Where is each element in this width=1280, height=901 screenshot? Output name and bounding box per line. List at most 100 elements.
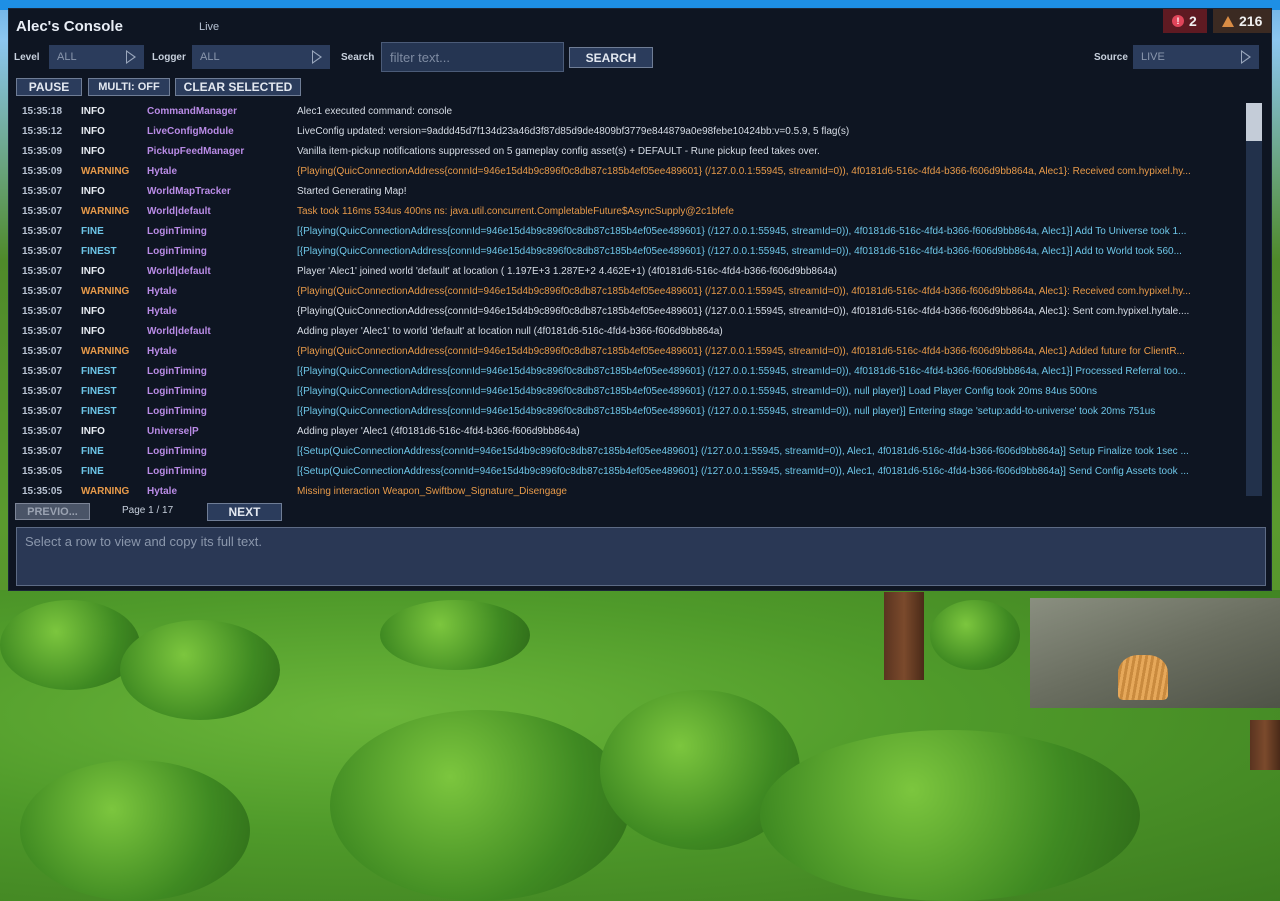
logger-select[interactable]: ALL (192, 45, 330, 69)
log-level: INFO (81, 106, 105, 117)
app-title: Alec's Console (16, 18, 123, 35)
log-logger: Hytale (147, 306, 178, 317)
log-level: WARNING (81, 286, 130, 297)
log-time: 15:35:07 (22, 246, 63, 257)
log-row[interactable]: 15:35:07 INFO Hytale {Playing(QuicConnectio… (15, 301, 1245, 321)
log-time: 15:35:05 (22, 466, 63, 477)
log-row[interactable]: 15:35:07 FINE LoginTiming [{Playing(QuicCon… (15, 221, 1245, 241)
level-label: Level (14, 52, 40, 63)
log-row[interactable]: 15:35:07 INFO WorldMapTracker Started Gener… (15, 181, 1245, 201)
log-row[interactable]: 15:35:05 FINE LoginTiming [{Setup(QuicConne… (15, 461, 1245, 481)
log-time: 15:35:12 (22, 126, 63, 137)
triangle-right-icon (126, 50, 136, 64)
log-level: FINEST (81, 406, 117, 417)
log-message: Adding player 'Alec1 (4f0181d6-516c-4fd4… (297, 426, 580, 437)
log-time: 15:35:07 (22, 286, 63, 297)
log-message: [{Setup(QuicConnectionAddress{connId=946… (297, 446, 1189, 457)
log-row[interactable]: 15:35:07 WARNING World|default Task took 11… (15, 201, 1245, 221)
row-detail-pane[interactable]: Select a row to view and copy its full t… (16, 527, 1266, 586)
bush (380, 600, 530, 670)
logger-select-value: ALL (200, 51, 220, 63)
log-logger: Hytale (147, 346, 178, 357)
log-logger: CommandManager (147, 106, 238, 117)
source-label: Source (1094, 52, 1128, 63)
warning-count-badge[interactable]: 216 (1213, 9, 1271, 33)
log-level: WARNING (81, 166, 130, 177)
log-row[interactable]: 15:35:07 FINEST LoginTiming [{Playing(QuicC… (15, 381, 1245, 401)
clear-selected-button[interactable]: CLEAR SELECTED (175, 78, 301, 96)
log-row[interactable]: 15:35:07 INFO World|default Adding player '… (15, 321, 1245, 341)
log-logger: LoginTiming (147, 466, 207, 477)
log-message: Task took 116ms 534us 400ns ns: java.uti… (297, 206, 734, 217)
log-logger: LoginTiming (147, 386, 207, 397)
scrollbar-thumb[interactable] (1246, 103, 1262, 141)
log-message: LiveConfig updated: version=9addd45d7f13… (297, 126, 850, 137)
log-message: {Playing(QuicConnectionAddress{connId=94… (297, 166, 1191, 177)
log-time: 15:35:07 (22, 266, 63, 277)
triangle-right-icon (1241, 50, 1251, 64)
log-time: 15:35:05 (22, 486, 63, 497)
log-message: {Playing(QuicConnectionAddress{connId=94… (297, 306, 1190, 317)
search-label: Search (341, 52, 375, 63)
log-list[interactable]: 15:35:18 INFO CommandManager Alec1 executed… (15, 101, 1245, 497)
triangle-right-icon (312, 50, 322, 64)
log-level: INFO (81, 426, 105, 437)
log-message: {Playing(QuicConnectionAddress{connId=94… (297, 346, 1185, 357)
log-level: FINEST (81, 366, 117, 377)
log-row[interactable]: 15:35:07 WARNING Hytale {Playing(QuicConnec… (15, 281, 1245, 301)
search-input[interactable] (381, 42, 564, 72)
log-row[interactable]: 15:35:07 WARNING Hytale {Playing(QuicConnec… (15, 341, 1245, 361)
log-row[interactable]: 15:35:07 FINEST LoginTiming [{Playing(QuicC… (15, 401, 1245, 421)
source-select[interactable]: LIVE (1133, 45, 1259, 69)
log-row[interactable]: 15:35:07 INFO World|default Player 'Alec1' … (15, 261, 1245, 281)
log-scrollbar[interactable] (1246, 103, 1262, 496)
search-button[interactable]: SEARCH (569, 47, 653, 68)
log-logger: LiveConfigModule (147, 126, 234, 137)
log-row[interactable]: 15:35:07 FINEST LoginTiming [{Playing(QuicC… (15, 241, 1245, 261)
bush (760, 730, 1140, 901)
bush (930, 600, 1020, 670)
log-logger: World|default (147, 206, 211, 217)
console-window: Alec's Console Live ! 2 216 Level ALL Lo… (8, 8, 1272, 591)
log-logger: LoginTiming (147, 226, 207, 237)
log-row[interactable]: 15:35:12 INFO LiveConfigModule LiveConfig u… (15, 121, 1245, 141)
pause-button[interactable]: PAUSE (16, 78, 82, 96)
log-level: FINE (81, 446, 104, 457)
bush (0, 600, 140, 690)
log-level: FINE (81, 226, 104, 237)
log-level: INFO (81, 186, 105, 197)
log-message: [{Playing(QuicConnectionAddress{connId=9… (297, 406, 1156, 417)
bush (120, 620, 280, 720)
log-level: WARNING (81, 206, 130, 217)
log-row[interactable]: 15:35:09 WARNING Hytale {Playing(QuicConnec… (15, 161, 1245, 181)
log-logger: LoginTiming (147, 406, 207, 417)
log-row[interactable]: 15:35:07 FINE LoginTiming [{Setup(QuicConne… (15, 441, 1245, 461)
log-message: Missing interaction Weapon_Swiftbow_Sign… (297, 486, 567, 497)
log-time: 15:35:18 (22, 106, 63, 117)
log-row[interactable]: 15:35:07 INFO Universe|P Adding player 'Ale… (15, 421, 1245, 441)
multi-select-toggle[interactable]: MULTI: OFF (88, 78, 170, 96)
log-time: 15:35:07 (22, 406, 63, 417)
level-select[interactable]: ALL (49, 45, 144, 69)
log-time: 15:35:07 (22, 226, 63, 237)
error-circle-icon: ! (1172, 15, 1184, 27)
next-page-button[interactable]: NEXT (207, 503, 282, 521)
warning-triangle-icon (1222, 15, 1234, 27)
log-row[interactable]: 15:35:18 INFO CommandManager Alec1 executed… (15, 101, 1245, 121)
log-logger: Universe|P (147, 426, 199, 437)
page-indicator: Page 1 / 17 (122, 505, 174, 516)
log-row[interactable]: 15:35:09 INFO PickupFeedManager Vanilla ite… (15, 141, 1245, 161)
error-count: 2 (1189, 13, 1197, 29)
log-message: Started Generating Map! (297, 186, 407, 197)
log-level: INFO (81, 126, 105, 137)
log-level: FINEST (81, 246, 117, 257)
log-row[interactable]: 15:35:07 FINEST LoginTiming [{Playing(QuicC… (15, 361, 1245, 381)
log-message: Alec1 executed command: console (297, 106, 453, 117)
log-level: INFO (81, 326, 105, 337)
log-time: 15:35:07 (22, 186, 63, 197)
previous-page-button[interactable]: PREVIO... (15, 503, 90, 520)
bush (330, 710, 630, 901)
log-row[interactable]: 15:35:05 WARNING Hytale Missing interaction… (15, 481, 1245, 497)
error-count-badge[interactable]: ! 2 (1163, 9, 1207, 33)
log-logger: Hytale (147, 486, 178, 497)
